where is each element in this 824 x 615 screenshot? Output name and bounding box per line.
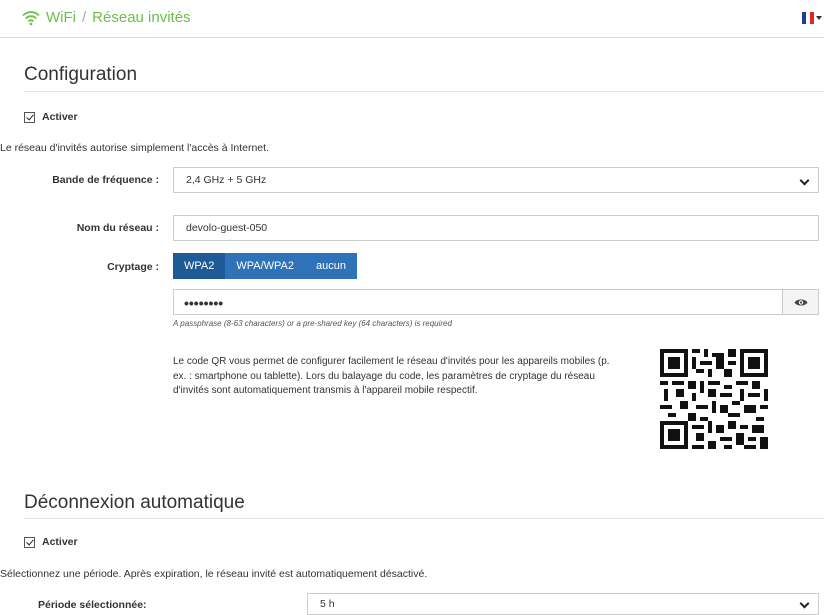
checkbox-label: Activer <box>42 536 78 548</box>
period-label: Période sélectionnée: <box>38 599 147 611</box>
qr-description: Le code QR vous permet de configurer fac… <box>173 356 610 396</box>
qr-code <box>660 349 768 449</box>
breadcrumb: WiFi / Réseau invités <box>22 9 191 26</box>
guest-network-description: Le réseau d'invités autorise simplement … <box>0 142 269 154</box>
password-input-value: •••••••• <box>184 295 224 311</box>
band-select-value: 2,4 GHz + 5 GHz <box>186 174 267 186</box>
chevron-down-icon <box>799 598 810 609</box>
checkbox-checked-icon <box>24 536 35 548</box>
auto-disconnect-description: Sélectionnez une période. Après expirati… <box>0 568 428 580</box>
ssid-input[interactable]: devolo-guest-050 <box>173 215 819 241</box>
top-bar: WiFi / Réseau invités <box>0 0 824 38</box>
ssid-label: Nom du réseau : <box>76 222 159 234</box>
breadcrumb-separator: / <box>82 9 87 26</box>
show-password-button[interactable] <box>782 290 818 314</box>
section-title-auto-disconnect: Déconnexion automatique <box>24 492 245 513</box>
password-hint: A passphrase (8-63 characters) or a pre-… <box>173 319 452 328</box>
encryption-option-wpa-wpa2[interactable]: WPA/WPA2 <box>225 253 305 279</box>
section-divider <box>24 518 824 519</box>
language-selector[interactable] <box>802 12 822 24</box>
wifi-icon <box>22 10 40 25</box>
encryption-option-wpa2[interactable]: WPA2 <box>173 253 226 279</box>
period-select[interactable]: 5 h <box>307 593 819 615</box>
checkbox-checked-icon <box>24 111 35 123</box>
chevron-down-icon <box>799 175 810 186</box>
band-select[interactable]: 2,4 GHz + 5 GHz <box>173 167 819 193</box>
encryption-option-none[interactable]: aucun <box>305 253 357 279</box>
auto-disconnect-activate-checkbox[interactable]: Activer <box>24 536 78 548</box>
ssid-input-value: devolo-guest-050 <box>186 222 268 234</box>
checkbox-label: Activer <box>42 111 78 123</box>
band-label: Bande de fréquence : <box>52 174 159 186</box>
section-divider <box>24 91 824 92</box>
period-select-value: 5 h <box>320 598 335 610</box>
guest-network-activate-checkbox[interactable]: Activer <box>24 111 78 123</box>
french-flag-icon <box>802 12 814 24</box>
section-title-configuration: Configuration <box>24 64 138 85</box>
breadcrumb-page: Réseau invités <box>92 9 191 26</box>
eye-icon <box>794 299 807 305</box>
breadcrumb-section[interactable]: WiFi <box>46 9 76 26</box>
password-field[interactable]: •••••••• <box>173 289 819 315</box>
chevron-down-icon <box>816 16 822 20</box>
encryption-selector[interactable]: WPA2 WPA/WPA2 aucun <box>173 253 357 279</box>
encryption-label: Cryptage : <box>107 261 159 273</box>
